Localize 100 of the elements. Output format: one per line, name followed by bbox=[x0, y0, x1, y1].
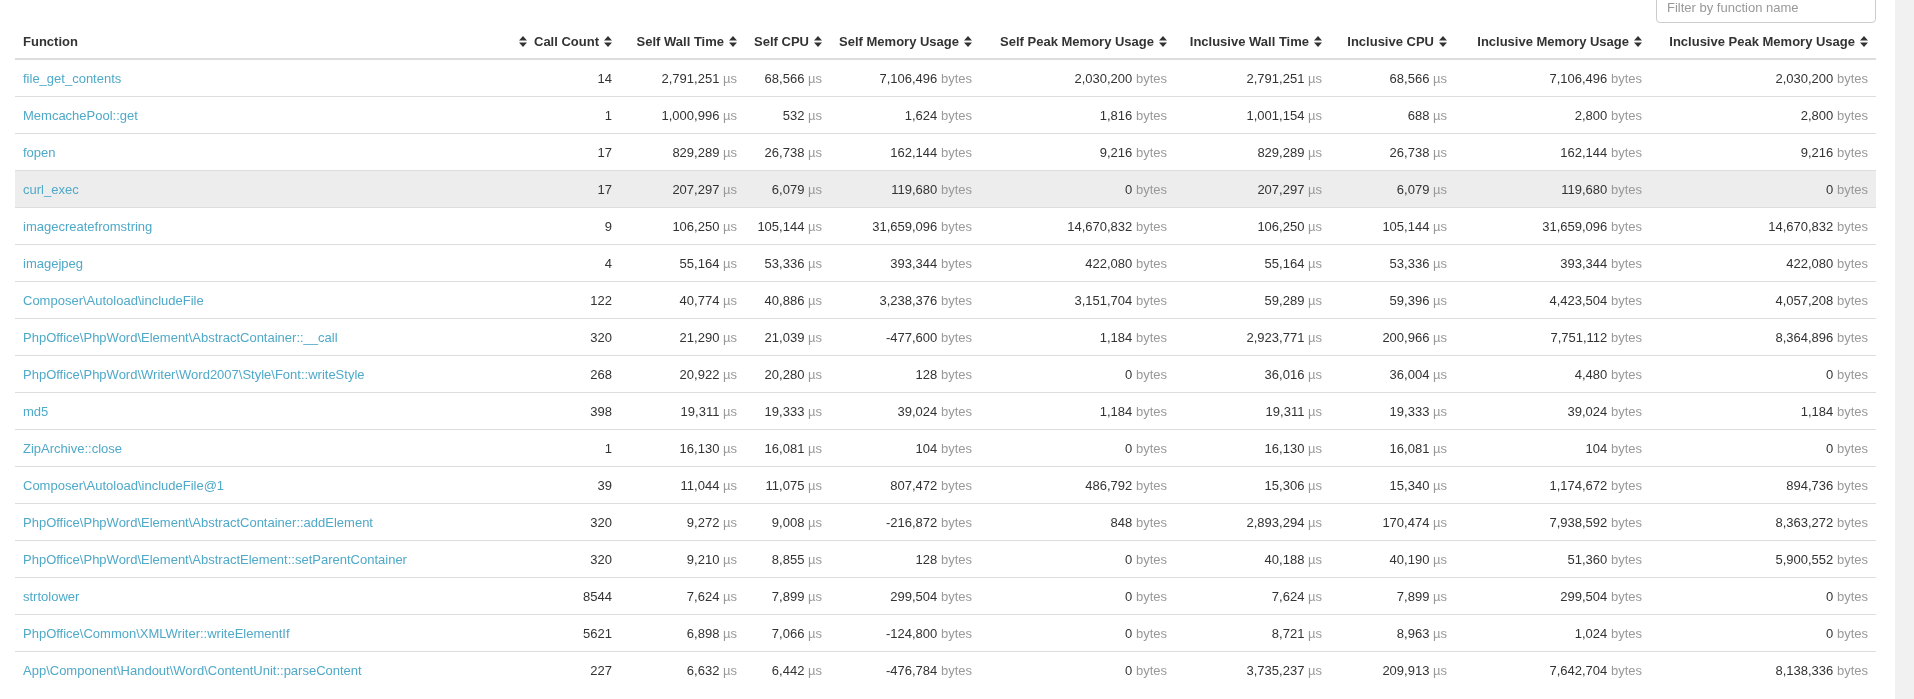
unit-label: µs bbox=[808, 107, 822, 123]
unit-label: bytes bbox=[940, 366, 972, 382]
unit-label: µs bbox=[808, 440, 822, 456]
function-link[interactable]: PhpOffice\PhpWord\Element\AbstractContainer::__call bbox=[23, 329, 338, 345]
column-label: Function bbox=[23, 34, 78, 49]
metric-value: 55,164 bbox=[679, 255, 720, 271]
metric-value: 53,336 bbox=[764, 255, 805, 271]
unit-label: bytes bbox=[1610, 107, 1642, 123]
function-link[interactable]: strtolower bbox=[23, 588, 80, 604]
function-link[interactable]: md5 bbox=[23, 403, 49, 419]
metric-value: 0 bbox=[1826, 366, 1834, 382]
metric-value: 7,066 bbox=[771, 625, 805, 641]
function-link[interactable]: PhpOffice\PhpWord\Element\AbstractElement::setParentContainer bbox=[23, 551, 407, 567]
function-link[interactable]: imagecreatefromstring bbox=[23, 218, 153, 234]
function-link[interactable]: PhpOffice\Common\XMLWriter::writeElementIf bbox=[23, 625, 290, 641]
unit-label: bytes bbox=[1610, 514, 1642, 530]
unit-label: bytes bbox=[1836, 255, 1868, 271]
function-link[interactable]: curl_exec bbox=[23, 181, 79, 197]
filter-field[interactable]: Filter by function name bbox=[1656, 0, 1876, 23]
unit-label: bytes bbox=[940, 477, 972, 493]
unit-label: µs bbox=[808, 255, 822, 271]
metric-value: 1,184 bbox=[1800, 403, 1834, 419]
unit-label: µs bbox=[808, 662, 822, 678]
metric-value: 7,938,592 bbox=[1549, 514, 1608, 530]
unit-label: bytes bbox=[940, 662, 972, 678]
function-link[interactable]: PhpOffice\PhpWord\Writer\Word2007\Style\Font::writeStyle bbox=[23, 366, 365, 382]
function-link[interactable]: PhpOffice\PhpWord\Element\AbstractContainer::addElement bbox=[23, 514, 373, 530]
metric-value: 16,081 bbox=[764, 440, 805, 456]
function-link[interactable]: MemcachePool::get bbox=[23, 107, 138, 123]
metric-value: 4,480 bbox=[1574, 366, 1608, 382]
unit-label: µs bbox=[1308, 144, 1322, 160]
metric-value: 8,364,896 bbox=[1775, 329, 1834, 345]
metric-value: 1,174,672 bbox=[1549, 477, 1608, 493]
unit-label: µs bbox=[723, 292, 737, 308]
unit-label: µs bbox=[1308, 403, 1322, 419]
unit-label: bytes bbox=[940, 551, 972, 567]
metric-value: 9,216 bbox=[1099, 144, 1133, 160]
unit-label: µs bbox=[1433, 107, 1447, 123]
sort-icon bbox=[1314, 36, 1322, 47]
metric-value: 68,566 bbox=[1389, 70, 1430, 86]
function-link[interactable]: imagejpeg bbox=[23, 255, 83, 271]
metric-value: 4,423,504 bbox=[1549, 292, 1608, 308]
unit-label: bytes bbox=[1135, 218, 1167, 234]
metric-value: 68,566 bbox=[764, 70, 805, 86]
unit-label: µs bbox=[1308, 218, 1322, 234]
unit-label: µs bbox=[723, 662, 737, 678]
function-link[interactable]: file_get_contents bbox=[23, 70, 122, 86]
metric-value: 11,075 bbox=[765, 477, 805, 493]
unit-label: µs bbox=[723, 255, 737, 271]
column-label: Inclusive CPU bbox=[1347, 34, 1434, 49]
unit-label: bytes bbox=[1135, 255, 1167, 271]
metric-value: 21,039 bbox=[764, 329, 805, 345]
unit-label: bytes bbox=[1610, 403, 1642, 419]
sort-icon bbox=[1634, 36, 1642, 47]
metric-value: 393,344 bbox=[890, 255, 938, 271]
unit-label: bytes bbox=[1610, 662, 1642, 678]
metric-value: 894,736 bbox=[1786, 477, 1834, 493]
metric-value: 807,472 bbox=[890, 477, 938, 493]
function-link[interactable]: ZipArchive::close bbox=[23, 440, 122, 456]
unit-label: µs bbox=[1308, 551, 1322, 567]
unit-label: bytes bbox=[1836, 329, 1868, 345]
unit-label: µs bbox=[808, 70, 822, 86]
metric-value: 162,144 bbox=[890, 144, 938, 160]
metric-value: 299,504 bbox=[1560, 588, 1608, 604]
unit-label: µs bbox=[808, 514, 822, 530]
unit-label: µs bbox=[723, 70, 737, 86]
unit-label: µs bbox=[723, 625, 737, 641]
call-count: 17 bbox=[597, 144, 612, 160]
metric-value: 0 bbox=[1826, 181, 1834, 197]
metric-value: 0 bbox=[1125, 440, 1133, 456]
call-count: 320 bbox=[590, 514, 612, 530]
function-link[interactable]: App\Component\Handout\Word\ContentUnit::parseContent bbox=[23, 662, 362, 678]
unit-label: bytes bbox=[940, 514, 972, 530]
unit-label: µs bbox=[723, 551, 737, 567]
function-link[interactable]: Composer\Autoload\includeFile@1 bbox=[23, 477, 225, 493]
unit-label: bytes bbox=[1135, 292, 1167, 308]
unit-label: µs bbox=[1433, 588, 1447, 604]
function-link[interactable]: fopen bbox=[23, 144, 56, 160]
metric-value: 7,106,496 bbox=[1549, 70, 1608, 86]
unit-label: µs bbox=[723, 329, 737, 345]
sort-icon bbox=[604, 36, 612, 47]
unit-label: bytes bbox=[940, 144, 972, 160]
call-count: 268 bbox=[590, 366, 612, 382]
unit-label: bytes bbox=[940, 255, 972, 271]
unit-label: µs bbox=[1433, 625, 1447, 641]
unit-label: µs bbox=[1433, 477, 1447, 493]
sort-icon bbox=[814, 36, 822, 47]
unit-label: µs bbox=[1433, 292, 1447, 308]
metric-value: 40,188 bbox=[1264, 551, 1305, 567]
unit-label: µs bbox=[1308, 588, 1322, 604]
metric-value: 104 bbox=[915, 440, 938, 456]
metric-value: 2,923,771 bbox=[1246, 329, 1305, 345]
function-link[interactable]: Composer\Autoload\includeFile bbox=[23, 292, 204, 308]
unit-label: bytes bbox=[940, 181, 972, 197]
unit-label: µs bbox=[1433, 514, 1447, 530]
metric-value: 848 bbox=[1110, 514, 1133, 530]
column-label: Self Wall Time bbox=[636, 34, 724, 49]
metric-value: 31,659,096 bbox=[1542, 218, 1608, 234]
metric-value: 2,791,251 bbox=[1246, 70, 1305, 86]
metric-value: 128 bbox=[915, 551, 938, 567]
